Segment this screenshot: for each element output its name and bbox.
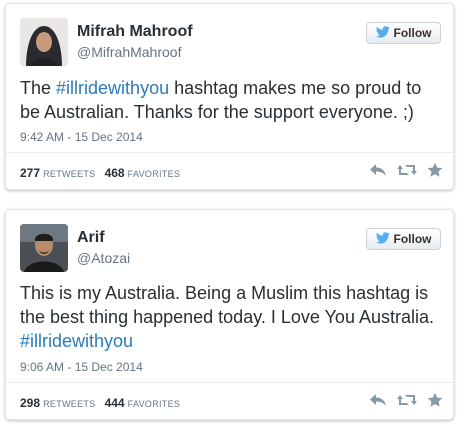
tweet-timestamp[interactable]: 9:42 AM - 15 Dec 2014 [20,130,143,144]
tweet-text-before: This is my Australia. Being a Muslim thi… [20,283,434,327]
tweet-header: Arif @Atozai Follow [20,224,441,274]
tweet-text: This is my Australia. Being a Muslim thi… [20,281,443,353]
tweet-stats: 277 RETWEETS 468 FAVORITES [20,166,186,180]
follow-button[interactable]: Follow [366,22,441,44]
favorites-label: FAVORITES [127,169,181,179]
favorite-star-icon[interactable] [427,162,443,178]
favorite-star-icon[interactable] [427,392,443,408]
divider [6,152,453,153]
tweet-actions [369,162,443,178]
follow-label: Follow [393,232,432,246]
follow-button[interactable]: Follow [366,228,441,250]
favorite-count[interactable]: 468 [105,166,125,180]
user-full-name[interactable]: Arif [77,229,130,247]
tweet-header: Mifrah Mahroof @MifrahMahroof Follow [20,18,441,68]
tweet-stats: 298 RETWEETS 444 FAVORITES [20,396,186,410]
user-full-name[interactable]: Mifrah Mahroof [77,23,193,41]
divider [6,382,453,383]
user-handle[interactable]: @Atozai [77,249,130,267]
favorite-count[interactable]: 444 [105,396,125,410]
tweet-card: Arif @Atozai Follow This is my Australia… [5,209,454,420]
tweet-actions [369,392,443,408]
tweet-timestamp[interactable]: 9:06 AM - 15 Dec 2014 [20,360,143,374]
favorites-label: FAVORITES [127,399,181,409]
retweets-label: RETWEETS [43,169,96,179]
retweet-icon[interactable] [397,162,417,178]
retweet-count[interactable]: 298 [20,396,40,410]
follow-label: Follow [393,26,432,40]
reply-icon[interactable] [369,392,387,408]
twitter-bird-icon [375,231,390,247]
retweet-icon[interactable] [397,392,417,408]
reply-icon[interactable] [369,162,387,178]
tweet-text-before: The [20,78,57,98]
avatar[interactable] [20,18,68,66]
retweets-label: RETWEETS [43,399,96,409]
tweet-text: The #illridewithyou hashtag makes me so … [20,76,443,124]
retweet-count[interactable]: 277 [20,166,40,180]
hashtag-link[interactable]: #illridewithyou [20,331,133,351]
user-handle[interactable]: @MifrahMahroof [77,43,193,61]
tweet-card: Mifrah Mahroof @MifrahMahroof Follow The… [5,3,454,190]
hashtag-link[interactable]: #illridewithyou [56,78,169,98]
avatar[interactable] [20,224,68,272]
twitter-bird-icon [375,25,390,41]
